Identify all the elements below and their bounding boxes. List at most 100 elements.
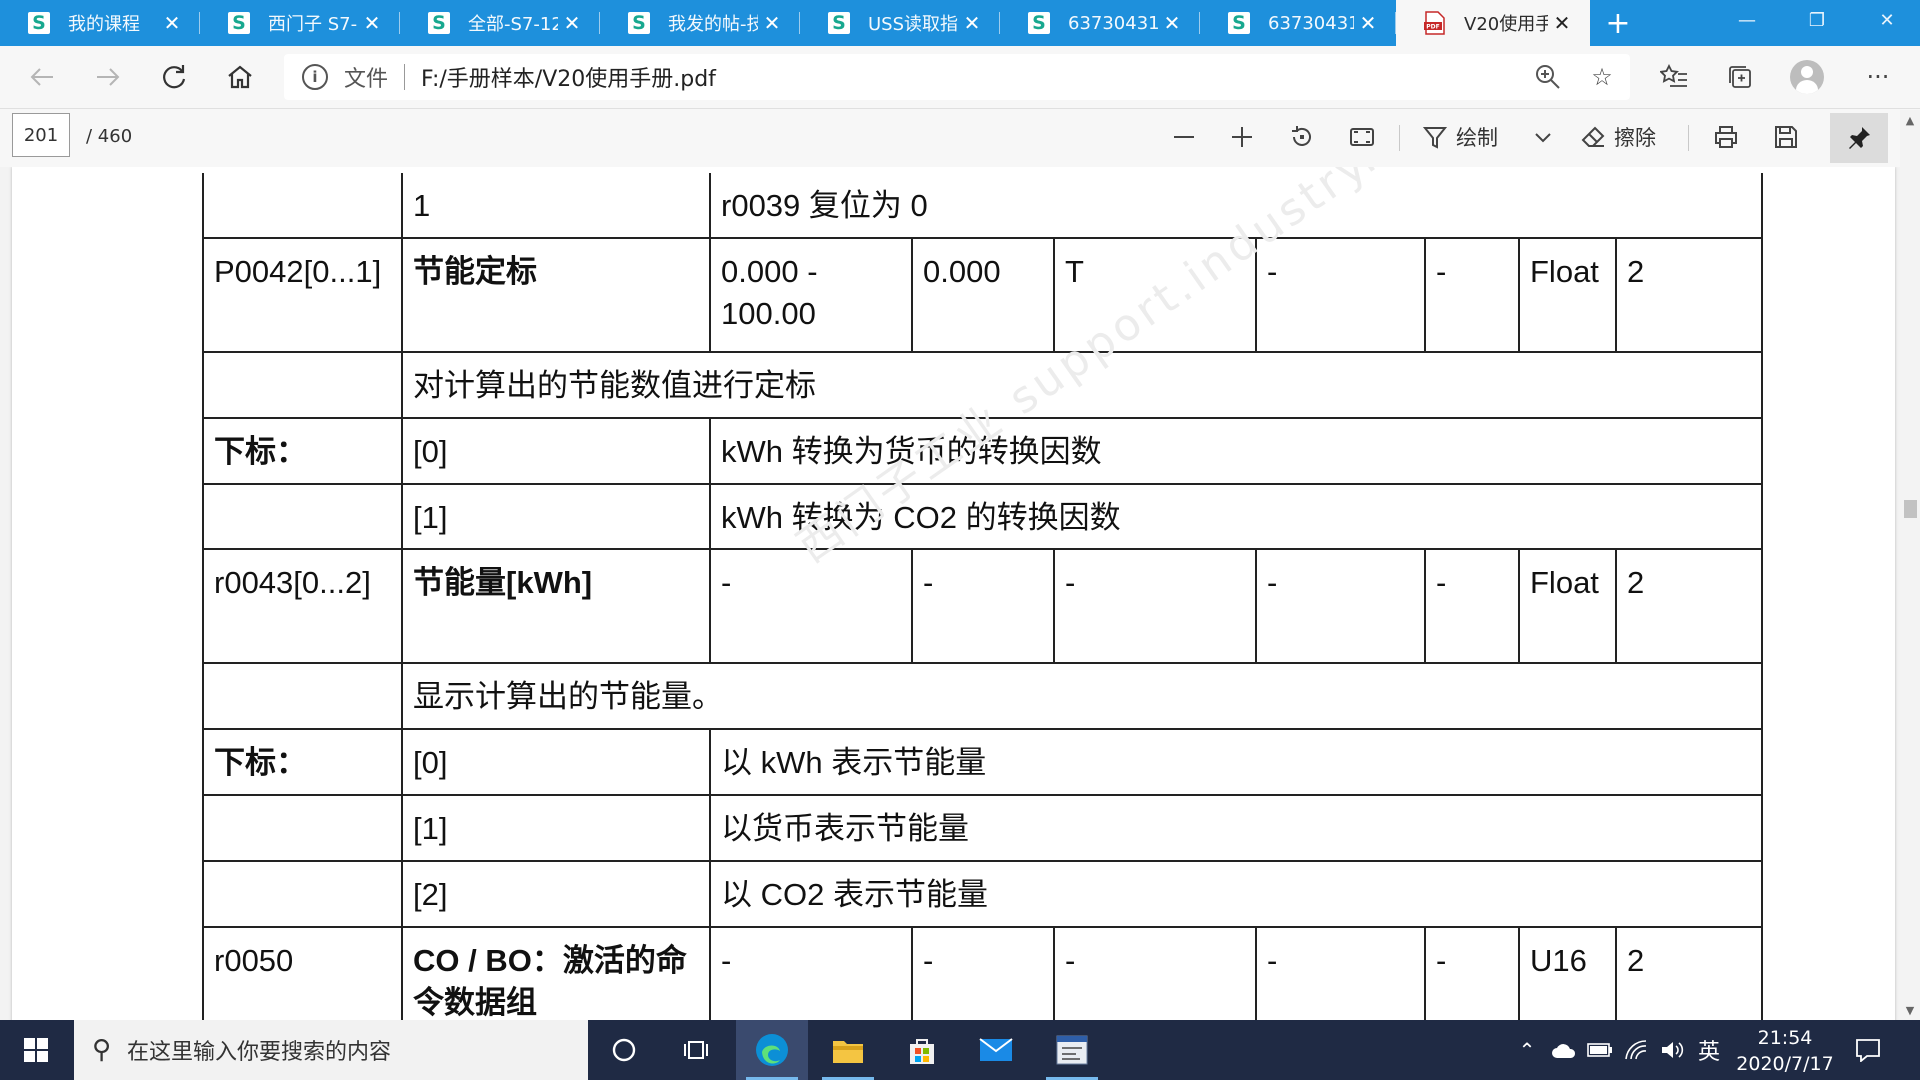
description-cell: 显示计算出的节能量。: [401, 662, 1763, 731]
home-button[interactable]: [222, 59, 258, 95]
task-view-icon[interactable]: [660, 1020, 732, 1080]
info-icon[interactable]: i: [302, 64, 328, 90]
param-dataset-cell: -: [1424, 925, 1520, 1020]
row-label-cell: [202, 350, 403, 419]
print-button[interactable]: [1708, 117, 1744, 157]
url-text[interactable]: F:/手册样本/V20使用手册.pdf: [421, 61, 716, 93]
tab-close-icon[interactable]: ✕: [958, 11, 986, 35]
page-number-input[interactable]: 201: [12, 113, 70, 157]
param-id-cell: P0042[0...1]: [202, 236, 403, 353]
row-label-cell: [202, 859, 403, 928]
description-cell: 对计算出的节能数值进行定标: [401, 350, 1763, 419]
clock[interactable]: 21:54 2020/7/17: [1730, 1025, 1840, 1077]
file-explorer-icon[interactable]: [812, 1020, 884, 1080]
pin-toolbar-button[interactable]: [1830, 113, 1888, 163]
start-button[interactable]: [0, 1020, 72, 1080]
tab-close-icon[interactable]: ✕: [558, 11, 586, 35]
volume-icon[interactable]: [1656, 1020, 1688, 1080]
favorite-star-icon[interactable]: ☆: [1584, 59, 1620, 95]
chevron-up-icon[interactable]: ⌃: [1512, 1020, 1542, 1080]
clock-date: 2020/7/17: [1736, 1053, 1834, 1075]
tab-title: 我发的帖-技: [668, 14, 758, 35]
svg-text:PDF: PDF: [1426, 24, 1439, 31]
erase-button[interactable]: 擦除: [1580, 117, 1656, 157]
restore-button[interactable]: ❐: [1786, 0, 1848, 40]
zoom-in-button[interactable]: [1224, 117, 1260, 157]
browser-tab[interactable]: S 6373043160✕: [1000, 0, 1200, 46]
onedrive-cloud-icon[interactable]: [1548, 1020, 1580, 1080]
network-icon[interactable]: [1620, 1020, 1652, 1080]
scroll-down-arrow-icon[interactable]: ▼: [1900, 1000, 1920, 1020]
minimize-button[interactable]: —: [1716, 0, 1778, 40]
tab-close-icon[interactable]: ✕: [1548, 11, 1576, 35]
param-change-cell: -: [1053, 548, 1257, 665]
plc-software-icon[interactable]: [1036, 1020, 1108, 1080]
collections-icon[interactable]: [1722, 59, 1758, 95]
browser-tab[interactable]: S 西门子 S7-2✕: [200, 0, 400, 46]
param-access-cell: 2: [1615, 925, 1763, 1020]
tab-close-icon[interactable]: ✕: [358, 11, 386, 35]
eraser-icon: [1581, 126, 1605, 147]
parameter-table: 1 r0039 复位为 0 P0042[0...1] 节能定标 0.000 - 100.…: [202, 173, 1763, 1020]
new-tab-button[interactable]: +: [1600, 0, 1636, 46]
browser-tab[interactable]: S 我的课程 ✕: [0, 0, 200, 46]
cortana-icon[interactable]: [588, 1020, 660, 1080]
home-icon: [228, 65, 252, 89]
scroll-up-arrow-icon[interactable]: ▲: [1900, 110, 1920, 130]
ime-indicator[interactable]: 英: [1692, 1020, 1726, 1080]
row-label-cell: 下标：: [202, 416, 403, 485]
more-menu-icon[interactable]: ···: [1860, 59, 1896, 95]
draw-pen-icon: [1422, 127, 1448, 149]
profile-avatar[interactable]: [1790, 60, 1824, 94]
param-scale-cell: -: [1255, 236, 1426, 353]
zoom-out-button[interactable]: [1166, 117, 1202, 157]
pdf-viewer[interactable]: 1 r0039 复位为 0 P0042[0...1] 节能定标 0.000 - 100.…: [0, 167, 1920, 1020]
tab-title: 6373043160: [1068, 12, 1158, 34]
rotate-button[interactable]: [1284, 117, 1320, 157]
battery-icon[interactable]: [1584, 1020, 1616, 1080]
site-logo-icon: S: [1228, 12, 1250, 34]
tab-close-icon[interactable]: ✕: [758, 11, 786, 35]
browser-tab[interactable]: PDF V20使用手册✕: [1396, 0, 1590, 46]
draw-options-button[interactable]: [1528, 117, 1558, 157]
arrow-left-icon: [30, 68, 53, 86]
microsoft-store-icon[interactable]: [886, 1020, 958, 1080]
param-datatype-cell: Float: [1518, 236, 1617, 353]
save-disk-icon: [1775, 126, 1797, 148]
scrollbar-thumb[interactable]: [1904, 500, 1917, 518]
fit-page-button[interactable]: [1344, 117, 1380, 157]
mail-icon[interactable]: [960, 1020, 1032, 1080]
tab-title: 西门子 S7-2: [268, 14, 358, 35]
pdf-file-icon: PDF: [1424, 11, 1446, 35]
param-range-cell: -: [709, 925, 913, 1020]
edge-browser-icon[interactable]: [736, 1020, 808, 1080]
param-dataset-cell: -: [1424, 236, 1520, 353]
notification-center-icon[interactable]: [1850, 1032, 1886, 1068]
taskbar-search[interactable]: ⚲ 在这里输入你要搜索的内容: [74, 1020, 588, 1080]
close-window-button[interactable]: ✕: [1856, 0, 1918, 40]
back-button[interactable]: [24, 59, 60, 95]
refresh-button[interactable]: [156, 59, 192, 95]
tab-close-icon[interactable]: ✕: [1354, 11, 1382, 35]
draw-button[interactable]: 绘制: [1422, 117, 1498, 157]
row-label-cell: [202, 662, 403, 731]
draw-label: 绘制: [1456, 126, 1498, 150]
table-row: 显示计算出的节能量。: [202, 662, 1763, 731]
tab-close-icon[interactable]: ✕: [1158, 11, 1186, 35]
address-bar[interactable]: i 文件 F:/手册样本/V20使用手册.pdf: [284, 54, 1630, 100]
favorites-list-icon[interactable]: [1656, 59, 1692, 95]
browser-tab[interactable]: S 6373043154✕: [1200, 0, 1396, 46]
page-total: / 460: [86, 126, 133, 147]
tab-close-icon[interactable]: ✕: [158, 11, 186, 35]
browser-tab[interactable]: S 全部-S7-120✕: [400, 0, 600, 46]
plus-icon: [1232, 127, 1252, 147]
browser-tab[interactable]: S USS读取指令✕: [800, 0, 1000, 46]
browser-tab[interactable]: S 我发的帖-技 ✕: [600, 0, 800, 46]
param-datatype-cell: U16: [1518, 925, 1617, 1020]
save-button[interactable]: [1768, 117, 1804, 157]
param-datatype-cell: Float: [1518, 548, 1617, 665]
tab-strip: S我的课程✕S西门子 S7-2✕S全部-S7-120✕S我发的帖-技✕SUSS读…: [0, 0, 1920, 46]
zoom-icon[interactable]: [1530, 59, 1566, 95]
forward-button[interactable]: [90, 59, 126, 95]
vertical-scrollbar[interactable]: ▲ ▼: [1900, 110, 1920, 1020]
